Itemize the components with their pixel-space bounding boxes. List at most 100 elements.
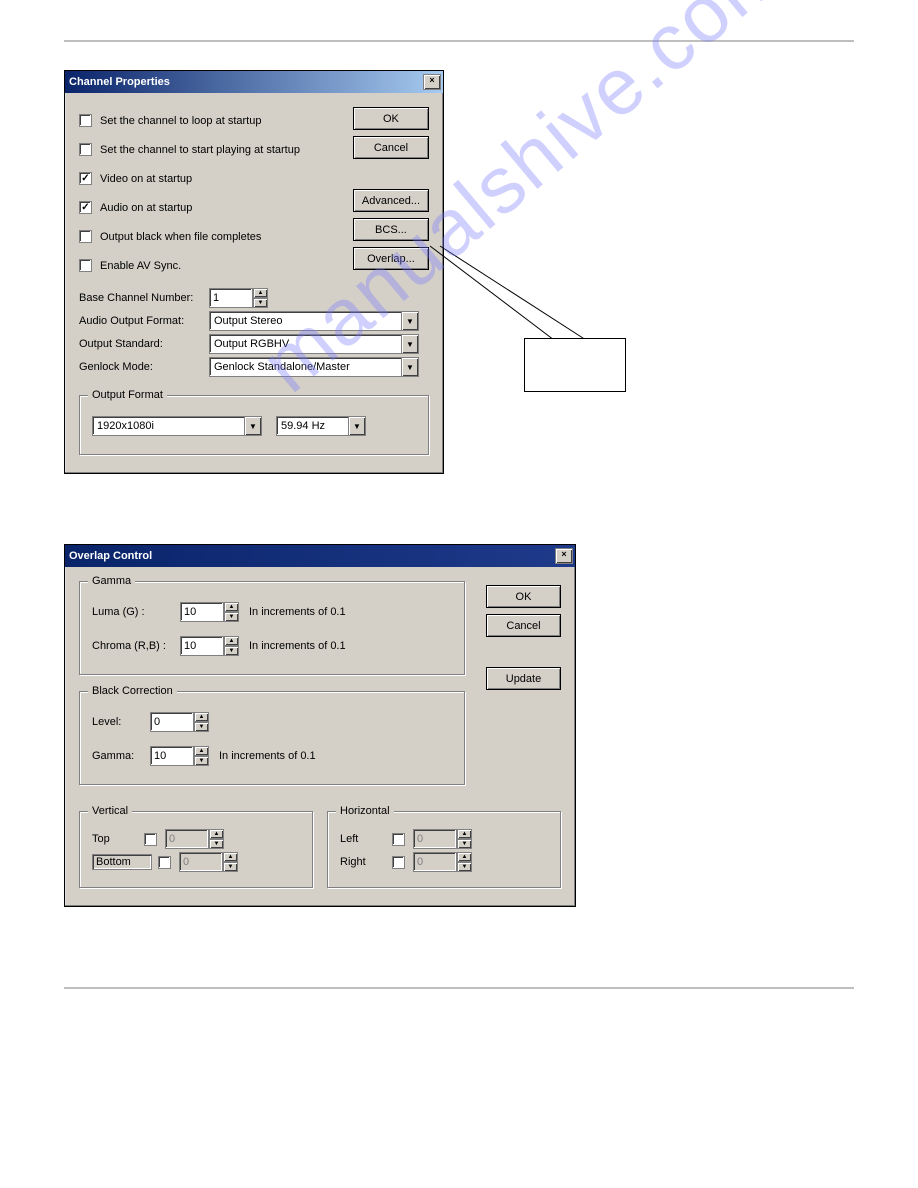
bc-level-input[interactable] <box>150 712 194 732</box>
ok-button[interactable]: OK <box>486 585 561 608</box>
genlock-value: Genlock Standalone/Master <box>214 361 350 373</box>
close-icon[interactable]: × <box>555 548 573 564</box>
close-icon[interactable]: × <box>423 74 441 90</box>
spin-down-icon[interactable]: ▼ <box>457 839 472 849</box>
av-sync-checkbox[interactable] <box>79 259 92 272</box>
right-label: Right <box>340 856 392 868</box>
resolution-value: 1920x1080i <box>97 420 154 432</box>
left-checkbox[interactable] <box>392 833 405 846</box>
play-startup-label: Set the channel to start playing at star… <box>100 144 300 156</box>
right-checkbox[interactable] <box>392 856 405 869</box>
luma-hint: In increments of 0.1 <box>249 606 346 618</box>
titlebar: Channel Properties × <box>65 71 443 93</box>
output-format-group: Output Format 1920x1080i ▼ 59.94 Hz ▼ <box>79 395 429 455</box>
chroma-hint: In increments of 0.1 <box>249 640 346 652</box>
audio-format-label: Audio Output Format: <box>79 315 209 327</box>
chevron-down-icon[interactable]: ▼ <box>244 417 261 435</box>
ok-button[interactable]: OK <box>353 107 429 130</box>
chroma-input[interactable] <box>180 636 224 656</box>
genlock-label: Genlock Mode: <box>79 361 209 373</box>
output-format-legend: Output Format <box>88 389 167 401</box>
channel-properties-dialog: Channel Properties × OK Cancel Advanced.… <box>64 70 444 474</box>
audio-on-label: Audio on at startup <box>100 202 192 214</box>
base-channel-input[interactable] <box>209 288 253 308</box>
chevron-down-icon[interactable]: ▼ <box>401 312 418 330</box>
spin-down-icon[interactable]: ▼ <box>209 839 224 849</box>
spin-down-icon[interactable]: ▼ <box>224 646 239 656</box>
top-spinner[interactable]: ▲▼ <box>165 829 224 849</box>
spin-up-icon[interactable]: ▲ <box>209 829 224 839</box>
chevron-down-icon[interactable]: ▼ <box>401 358 418 376</box>
genlock-dropdown[interactable]: Genlock Standalone/Master ▼ <box>209 357 419 377</box>
gamma-group: Gamma Luma (G) : ▲▼ In increments of 0.1… <box>79 581 465 675</box>
right-input[interactable] <box>413 852 457 872</box>
advanced-button[interactable]: Advanced... <box>353 189 429 212</box>
chroma-spinner[interactable]: ▲▼ <box>180 636 239 656</box>
vertical-group: Vertical Top ▲▼ Bottom <box>79 811 313 888</box>
refresh-value: 59.94 Hz <box>281 420 325 432</box>
spin-down-icon[interactable]: ▼ <box>253 298 268 308</box>
cancel-button[interactable]: Cancel <box>486 614 561 637</box>
top-input[interactable] <box>165 829 209 849</box>
base-channel-label: Base Channel Number: <box>79 292 209 304</box>
spin-up-icon[interactable]: ▲ <box>194 712 209 722</box>
bottom-input[interactable] <box>179 852 223 872</box>
bottom-checkbox[interactable] <box>158 856 171 869</box>
dialog-title: Channel Properties <box>69 76 170 88</box>
resolution-dropdown[interactable]: 1920x1080i ▼ <box>92 416 262 436</box>
luma-spinner[interactable]: ▲▼ <box>180 602 239 622</box>
spin-down-icon[interactable]: ▼ <box>194 756 209 766</box>
bcs-button[interactable]: BCS... <box>353 218 429 241</box>
spin-down-icon[interactable]: ▼ <box>224 612 239 622</box>
video-on-checkbox[interactable] <box>79 172 92 185</box>
output-standard-dropdown[interactable]: Output RGBHV ▼ <box>209 334 419 354</box>
output-standard-value: Output RGBHV <box>214 338 289 350</box>
black-correction-legend: Black Correction <box>88 685 177 697</box>
loop-startup-checkbox[interactable] <box>79 114 92 127</box>
gamma-legend: Gamma <box>88 575 135 587</box>
bc-level-spinner[interactable]: ▲▼ <box>150 712 209 732</box>
spin-up-icon[interactable]: ▲ <box>194 746 209 756</box>
chevron-down-icon[interactable]: ▼ <box>348 417 365 435</box>
base-channel-spinner[interactable]: ▲▼ <box>209 288 268 308</box>
left-spinner[interactable]: ▲▼ <box>413 829 472 849</box>
chroma-label: Chroma (R,B) : <box>92 640 180 652</box>
callout-box <box>524 338 626 392</box>
output-black-checkbox[interactable] <box>79 230 92 243</box>
spin-down-icon[interactable]: ▼ <box>457 862 472 872</box>
spin-down-icon[interactable]: ▼ <box>223 862 238 872</box>
top-checkbox[interactable] <box>144 833 157 846</box>
right-spinner[interactable]: ▲▼ <box>413 852 472 872</box>
spin-up-icon[interactable]: ▲ <box>224 636 239 646</box>
update-button[interactable]: Update <box>486 667 561 690</box>
spin-up-icon[interactable]: ▲ <box>457 852 472 862</box>
black-correction-group: Black Correction Level: ▲▼ Gamma: ▲▼ In … <box>79 691 465 785</box>
horizontal-group: Horizontal Left ▲▼ Right <box>327 811 561 888</box>
spin-up-icon[interactable]: ▲ <box>224 602 239 612</box>
bottom-spinner[interactable]: ▲▼ <box>179 852 238 872</box>
bc-gamma-spinner[interactable]: ▲▼ <box>150 746 209 766</box>
left-input[interactable] <box>413 829 457 849</box>
spin-up-icon[interactable]: ▲ <box>253 288 268 298</box>
play-startup-checkbox[interactable] <box>79 143 92 156</box>
spin-up-icon[interactable]: ▲ <box>457 829 472 839</box>
overlap-button[interactable]: Overlap... <box>353 247 429 270</box>
bottom-label: Bottom <box>92 854 152 870</box>
cancel-button[interactable]: Cancel <box>353 136 429 159</box>
spin-down-icon[interactable]: ▼ <box>194 722 209 732</box>
top-divider <box>64 40 854 42</box>
bc-gamma-input[interactable] <box>150 746 194 766</box>
audio-format-dropdown[interactable]: Output Stereo ▼ <box>209 311 419 331</box>
bc-gamma-label: Gamma: <box>92 750 150 762</box>
audio-on-checkbox[interactable] <box>79 201 92 214</box>
luma-input[interactable] <box>180 602 224 622</box>
av-sync-label: Enable AV Sync. <box>100 260 181 272</box>
overlap-control-dialog: Overlap Control × OK Cancel Update Gamma… <box>64 544 576 907</box>
bottom-divider <box>64 987 854 989</box>
refresh-dropdown[interactable]: 59.94 Hz ▼ <box>276 416 366 436</box>
spin-up-icon[interactable]: ▲ <box>223 852 238 862</box>
chevron-down-icon[interactable]: ▼ <box>401 335 418 353</box>
luma-label: Luma (G) : <box>92 606 180 618</box>
output-standard-label: Output Standard: <box>79 338 209 350</box>
bc-level-label: Level: <box>92 716 150 728</box>
